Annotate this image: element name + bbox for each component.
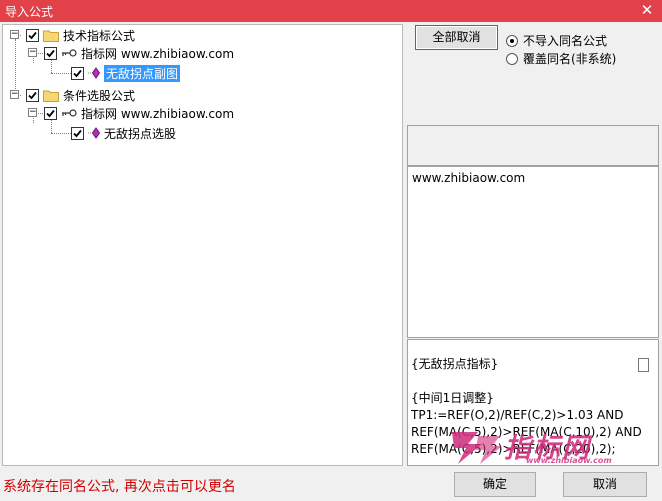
no-import-label: 不导入同名公式 [523,34,608,48]
source1-checkbox[interactable] [44,46,57,60]
title-bar[interactable]: 导入公式 ✕ [0,0,662,22]
tree-node-label: 指标网 www.zhibiaow.com [81,46,235,61]
info-url: www.zhibiaow.com [412,171,526,185]
cancel-button[interactable]: 取消 [563,472,647,497]
expand-group1-toggle[interactable]: − [10,30,19,39]
overwrite-radio[interactable] [506,52,518,65]
code-line: TP1:=REF(O,2)/REF(C,2)>1.03 AND [411,408,624,422]
code-line: {中间1日调整} [411,391,494,405]
ok-button[interactable]: 确定 [454,472,536,497]
no-import-radio[interactable] [506,34,518,47]
formula-tree[interactable]: − − − − 技术指标公式 指标网 www.zhibiaow.com 无敌拐点… [2,24,403,466]
tree-node-label: 无敌拐点副图 [104,64,181,82]
option-no-import[interactable]: 不导入同名公式 [506,32,607,49]
overwrite-label: 覆盖同名(非系统) [523,52,617,66]
screener-group-checkbox[interactable] [26,88,39,102]
tree-node-label: 指标网 www.zhibiaow.com [81,106,235,121]
key-icon [62,49,77,57]
tree-node-label: 技术指标公式 [63,28,136,43]
formula-code: {无敌拐点指标} {中间1日调整} TP1:=REF(O,2)/REF(C,2)… [411,356,657,458]
formula-gem-icon [88,67,100,79]
formula-subchart-checkbox[interactable] [71,66,84,80]
tree-node-source1[interactable]: 指标网 www.zhibiaow.com [44,44,234,62]
cancel-all-button[interactable]: 全部取消 [415,25,498,50]
close-icon[interactable]: ✕ [638,1,656,19]
formula-name-panel [407,125,659,166]
tree-node-indicator-group[interactable]: 技术指标公式 [26,26,135,44]
indicator-group-checkbox[interactable] [26,28,39,42]
folder-icon [43,90,59,102]
formula-gem-icon [88,127,100,139]
source2-checkbox[interactable] [44,106,57,120]
folder-icon [43,30,59,42]
tree-node-formula-subchart[interactable]: 无敌拐点副图 [71,64,181,82]
status-message: 系统存在同名公式, 再次点击可以更名 [3,479,236,495]
formula-screener-checkbox[interactable] [71,126,84,140]
tree-node-label: 无敌拐点选股 [104,126,177,141]
scroll-indicator[interactable] [638,358,649,372]
code-line: {无敌拐点指标} [411,357,499,371]
code-line: REF(MA(C,5),2)>REF(MA(C,10),2) AND [411,425,642,439]
tree-node-label: 条件选股公式 [63,88,136,103]
tree-node-screener-group[interactable]: 条件选股公式 [26,86,135,104]
tree-node-source2[interactable]: 指标网 www.zhibiaow.com [44,104,234,122]
window-title: 导入公式 [5,5,54,19]
tree-node-formula-screener[interactable]: 无敌拐点选股 [71,124,176,142]
expand-source1-toggle[interactable]: − [28,48,37,57]
code-line: REF(MA(C,5),2)>REF(MA(C,20),2); [411,442,616,456]
expand-group2-toggle[interactable]: − [10,90,19,99]
option-overwrite[interactable]: 覆盖同名(非系统) [506,50,616,67]
formula-info-panel: www.zhibiaow.com [407,166,659,338]
expand-source2-toggle[interactable]: − [28,108,37,117]
key-icon [62,109,77,117]
